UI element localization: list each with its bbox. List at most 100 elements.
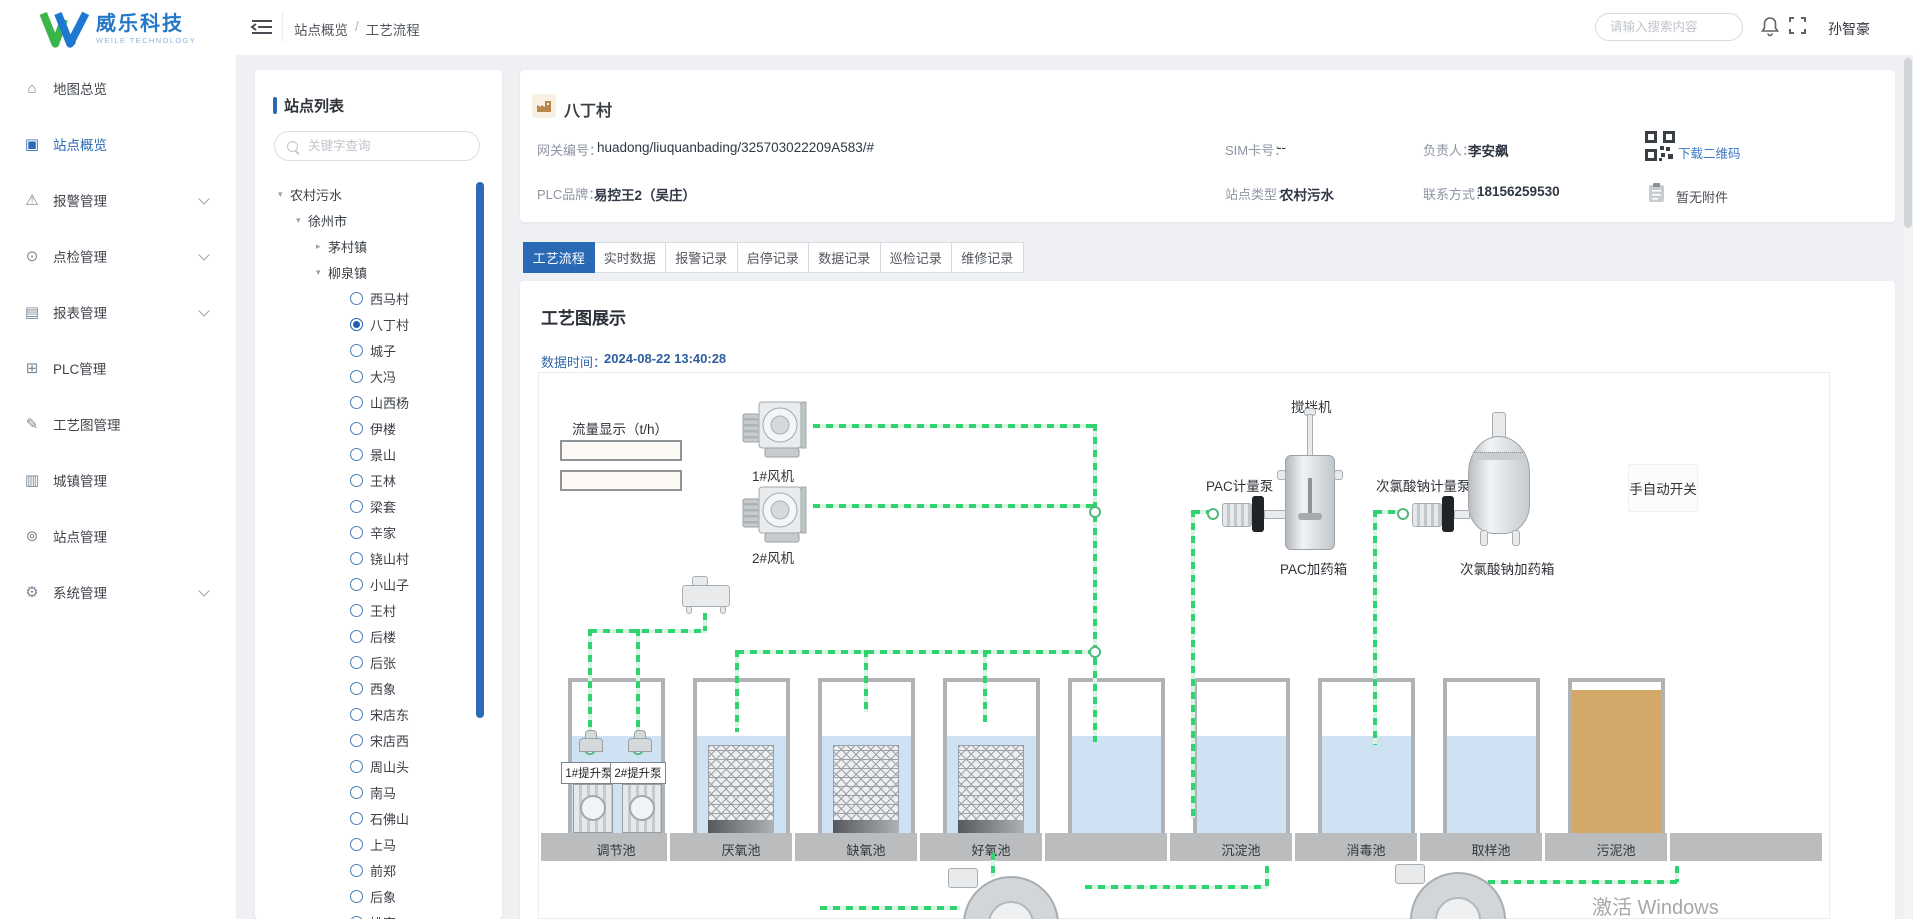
tree-radio[interactable] <box>350 916 363 919</box>
tree-radio[interactable] <box>350 890 363 903</box>
tree-radio[interactable] <box>350 604 363 617</box>
tree-radio[interactable] <box>350 396 363 409</box>
tree-node[interactable]: 后张 <box>255 649 481 675</box>
tree-radio[interactable] <box>350 630 363 643</box>
tree-node[interactable]: 姚家 <box>255 909 481 919</box>
download-qr-link[interactable]: 下载二维码 <box>1678 143 1741 162</box>
tree-expand-icon[interactable]: ▾ <box>316 267 328 278</box>
tree-expand-icon[interactable]: ▾ <box>296 215 308 226</box>
tree-radio[interactable] <box>350 448 363 461</box>
tree-node[interactable]: 大冯 <box>255 363 481 389</box>
tree-radio[interactable] <box>350 656 363 669</box>
sidebar-item-9[interactable]: ⊚站点管理 <box>0 508 236 564</box>
tree-node[interactable]: 后楼 <box>255 623 481 649</box>
tab-1[interactable]: 工艺流程 <box>523 242 595 273</box>
tree-radio[interactable] <box>350 760 363 773</box>
tree-node[interactable]: 山西杨 <box>255 389 481 415</box>
blower-1-icon[interactable] <box>741 396 815 465</box>
tree-node[interactable]: 石佛山 <box>255 805 481 831</box>
tab-2[interactable]: 实时数据 <box>595 242 667 273</box>
tree-radio[interactable] <box>350 292 363 305</box>
sidebar-item-3[interactable]: ⚠报警管理 <box>0 172 236 228</box>
page-scrollbar-thumb[interactable] <box>1904 58 1912 228</box>
tree-node[interactable]: 八丁村 <box>255 311 481 337</box>
tree-radio[interactable] <box>350 682 363 695</box>
tree-node[interactable]: 王村 <box>255 597 481 623</box>
tree-node[interactable]: 宋店东 <box>255 701 481 727</box>
sidebar-item-6[interactable]: ⊞PLC管理 <box>0 340 236 396</box>
tree-node[interactable]: 梁套 <box>255 493 481 519</box>
tree-node[interactable]: 景山 <box>255 441 481 467</box>
sidebar-item-label: 站点概览 <box>53 134 107 154</box>
tree-radio[interactable] <box>350 500 363 513</box>
tree-expand-icon[interactable]: ▾ <box>278 189 290 200</box>
naclo-dosing-tank-icon[interactable] <box>1468 436 1530 534</box>
tree-node[interactable]: ▸茅村镇 <box>255 233 481 259</box>
pac-metering-pump-icon[interactable] <box>1222 503 1252 527</box>
tree-node[interactable]: 宋店西 <box>255 727 481 753</box>
tree-node[interactable]: 城子 <box>255 337 481 363</box>
mixer-shaft <box>1307 414 1313 458</box>
tree-node[interactable]: 西马村 <box>255 285 481 311</box>
sidebar-item-label: 报警管理 <box>53 190 107 210</box>
tree-collapse-icon[interactable]: ▸ <box>316 241 328 252</box>
tree-radio[interactable] <box>350 422 363 435</box>
qr-code-icon[interactable] <box>1645 131 1675 161</box>
sidebar-item-10[interactable]: ⚙系统管理 <box>0 564 236 620</box>
tree-node[interactable]: 前郑 <box>255 857 481 883</box>
tree-radio[interactable] <box>350 708 363 721</box>
tree-node[interactable]: 小山子 <box>255 571 481 597</box>
tree-radio[interactable] <box>350 786 363 799</box>
notification-bell-icon[interactable] <box>1760 15 1780 37</box>
tree-node[interactable]: ▾农村污水 <box>255 181 481 207</box>
tree-node[interactable]: 上马 <box>255 831 481 857</box>
flow-value-input-1[interactable] <box>560 440 682 461</box>
tree-radio[interactable] <box>350 578 363 591</box>
sidebar-item-5[interactable]: ▤报表管理 <box>0 284 236 340</box>
tab-7[interactable]: 维修记录 <box>952 242 1024 273</box>
keyword-search-input[interactable] <box>306 138 460 154</box>
tree-radio[interactable] <box>350 734 363 747</box>
tree-node[interactable]: 铙山村 <box>255 545 481 571</box>
tab-4[interactable]: 启停记录 <box>738 242 810 273</box>
tree-radio[interactable] <box>350 370 363 383</box>
info-field-value: 李安飙 <box>1468 140 1509 160</box>
tree-node[interactable]: 王林 <box>255 467 481 493</box>
tree-radio[interactable] <box>350 838 363 851</box>
global-search-input[interactable] <box>1595 13 1743 41</box>
tree-radio[interactable] <box>350 318 363 331</box>
breadcrumb-site-overview[interactable]: 站点概览 <box>294 19 348 39</box>
tree-node[interactable]: 周山头 <box>255 753 481 779</box>
tree-node[interactable]: 伊楼 <box>255 415 481 441</box>
tree-scrollbar-thumb[interactable] <box>476 182 484 718</box>
tree-node[interactable]: 南马 <box>255 779 481 805</box>
tree-radio[interactable] <box>350 344 363 357</box>
tree-radio[interactable] <box>350 474 363 487</box>
collapse-sidebar-icon[interactable] <box>250 17 274 37</box>
tree-node[interactable]: 辛家 <box>255 519 481 545</box>
pipe-segment <box>1373 510 1377 745</box>
flow-value-input-2[interactable] <box>560 470 682 491</box>
fullscreen-icon[interactable] <box>1788 16 1807 35</box>
tree-radio[interactable] <box>350 526 363 539</box>
tree-radio[interactable] <box>350 552 363 565</box>
tab-3[interactable]: 报警记录 <box>666 242 738 273</box>
tree-node-label: 徐州市 <box>308 211 347 230</box>
sidebar-item-1[interactable]: ⌂地图总览 <box>0 60 236 116</box>
sidebar-item-8[interactable]: ▥城镇管理 <box>0 452 236 508</box>
manual-auto-switch[interactable]: 手自动开关 <box>1628 464 1698 512</box>
username[interactable]: 孙智豪 <box>1828 19 1870 39</box>
sidebar-item-4[interactable]: ⊙点检管理 <box>0 228 236 284</box>
blower-2-icon[interactable] <box>741 481 815 550</box>
tree-node[interactable]: 后象 <box>255 883 481 909</box>
naclo-metering-pump-icon[interactable] <box>1412 503 1442 527</box>
tree-node[interactable]: ▾柳泉镇 <box>255 259 481 285</box>
tab-6[interactable]: 巡检记录 <box>881 242 953 273</box>
tree-radio[interactable] <box>350 812 363 825</box>
tree-node[interactable]: 西象 <box>255 675 481 701</box>
sidebar-item-2[interactable]: ▣站点概览 <box>0 116 236 172</box>
tab-5[interactable]: 数据记录 <box>809 242 881 273</box>
tree-node[interactable]: ▾徐州市 <box>255 207 481 233</box>
sidebar-item-7[interactable]: ✎工艺图管理 <box>0 396 236 452</box>
tree-radio[interactable] <box>350 864 363 877</box>
